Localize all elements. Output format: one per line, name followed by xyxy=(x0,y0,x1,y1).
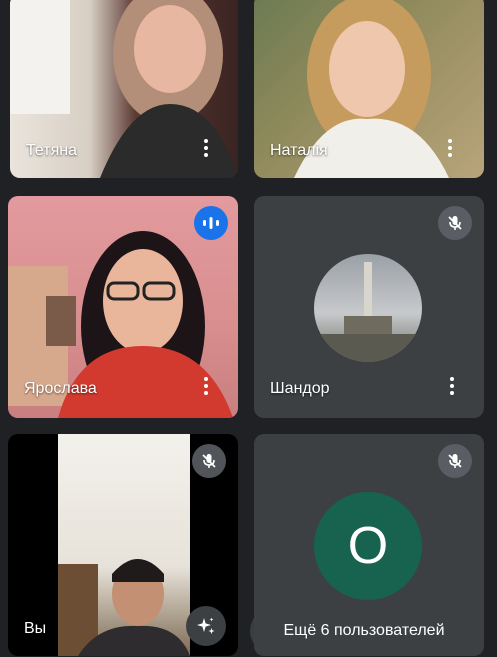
participant-tile-yaroslava[interactable]: Ярослава xyxy=(8,196,238,418)
self-tile[interactable]: Вы xyxy=(8,434,238,656)
participant-tile-natalia[interactable]: Наталія xyxy=(254,0,484,178)
more-options-icon[interactable] xyxy=(196,372,216,400)
mic-off-icon xyxy=(438,444,472,478)
avatar-initial: О xyxy=(347,517,389,575)
participant-name: Тетяна xyxy=(26,142,77,159)
mic-off-icon xyxy=(192,444,226,478)
more-options-icon[interactable] xyxy=(440,134,460,162)
avatar xyxy=(314,254,422,362)
participant-name: Шандор xyxy=(270,380,330,397)
more-options-icon[interactable] xyxy=(196,134,216,162)
participant-name: Ярослава xyxy=(24,380,97,397)
speaking-indicator-icon xyxy=(194,206,228,240)
visual-effects-sparkle-icon[interactable] xyxy=(186,606,226,646)
self-video xyxy=(58,434,190,656)
mic-off-icon xyxy=(438,206,472,240)
participant-name: Вы xyxy=(24,620,47,637)
more-options-icon[interactable] xyxy=(442,372,462,400)
more-users-button[interactable]: Ещё 6 пользователей xyxy=(250,608,478,654)
participant-tile-shandor[interactable]: Шандор xyxy=(254,196,484,418)
participant-tile-tetiana[interactable]: Тетяна xyxy=(10,0,238,178)
participant-name: Наталія xyxy=(270,142,328,159)
more-users-label: Ещё 6 пользователей xyxy=(283,622,445,639)
avatar: О xyxy=(314,492,422,600)
